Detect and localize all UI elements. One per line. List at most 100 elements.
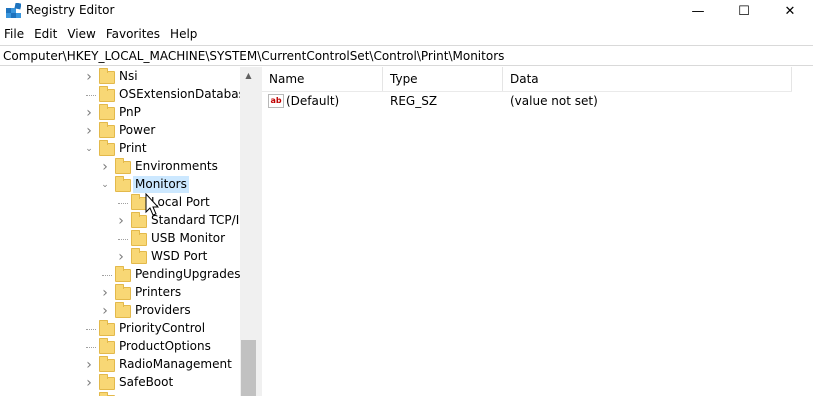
value-data: (value not set) [510, 94, 598, 108]
tree-item-label: PnP [119, 105, 141, 119]
tree-item-printers[interactable]: › Printers [0, 284, 240, 302]
folder-icon [99, 374, 115, 390]
tree-item-standard-tcp-ip-port[interactable]: ›Standard TCP/IP Port [0, 212, 257, 230]
tree-connector-line [102, 275, 112, 276]
chevron-right-icon[interactable]: › [116, 249, 126, 265]
tree-item-label: Environments [135, 159, 218, 173]
window-title: Registry Editor [26, 3, 115, 17]
tree-item-usb-monitor[interactable]: USB Monitor [0, 230, 240, 248]
column-header-type-label: Type [390, 72, 418, 86]
folder-icon [115, 284, 131, 300]
tree-item-prioritycontrol[interactable]: PriorityControl [0, 320, 240, 338]
tree-item-label: PendingUpgrades [135, 267, 241, 281]
values-list[interactable]: Name Type Data ab (Default) REG_SZ (valu… [262, 67, 813, 396]
tree-item-label: Printers [135, 285, 182, 299]
tree-item-osextensiondatabase[interactable]: OSExtensionDatabase [0, 86, 252, 104]
scroll-up-arrow-icon[interactable]: ▲ [240, 67, 257, 84]
tree-item-label: ProductOptions [119, 339, 211, 353]
tree-item-wsd-port[interactable]: › WSD Port [0, 248, 240, 266]
tree-item-safeboot[interactable]: › SafeBoot [0, 374, 240, 392]
folder-icon [99, 338, 115, 354]
folder-icon [99, 104, 115, 120]
chevron-right-icon[interactable]: › [84, 105, 94, 121]
folder-icon [99, 140, 115, 156]
tree-item-label: PriorityControl [119, 321, 206, 335]
tree-connector-line [118, 203, 128, 204]
folder-icon [131, 248, 147, 264]
chevron-right-icon[interactable]: › [100, 285, 110, 301]
tree-item-power[interactable]: › Power [0, 122, 240, 140]
menu-file[interactable]: File [0, 25, 30, 45]
chevron-right-icon[interactable]: › [116, 213, 126, 229]
key-tree[interactable]: › Nsi OSExtensionDatabase › PnP › Power ⌄ Print ›… [0, 67, 257, 396]
tree-connector-line [86, 95, 96, 96]
tree-item-print[interactable]: ⌄ Print [0, 140, 240, 158]
chevron-right-icon[interactable]: › [100, 159, 110, 175]
tree-item-label: Nsi [119, 69, 138, 83]
maximize-button[interactable]: ☐ [721, 0, 767, 22]
tree-item-label: OSExtensionDatabase [119, 87, 253, 101]
tree-item-label: SafeBoot [119, 375, 174, 389]
close-icon: ✕ [784, 3, 796, 19]
value-row[interactable]: ab (Default) REG_SZ (value not set) [262, 93, 792, 111]
minimize-button[interactable]: — [675, 0, 721, 22]
menu-view[interactable]: View [63, 25, 101, 45]
scrollbar-thumb[interactable] [241, 340, 256, 396]
tree-item-environments[interactable]: › Environments [0, 158, 240, 176]
column-header-type[interactable]: Type [383, 67, 503, 91]
menu-favorites[interactable]: Favorites [102, 25, 166, 45]
tree-scrollbar[interactable]: ▲ [240, 67, 257, 396]
tree-item-local-port[interactable]: Local Port [0, 194, 240, 212]
tree-item-radiomanagement[interactable]: › RadioManagement [0, 356, 240, 374]
close-button[interactable]: ✕ [767, 0, 813, 22]
chevron-down-icon[interactable]: ⌄ [100, 180, 110, 190]
folder-icon [131, 230, 147, 246]
address-bar[interactable]: Computer\HKEY_LOCAL_MACHINE\SYSTEM\Curre… [0, 45, 813, 66]
folder-icon [115, 302, 131, 318]
folder-icon [115, 266, 131, 282]
column-header-data[interactable]: Data [503, 67, 792, 91]
title-bar: Registry Editor — ☐ ✕ [0, 0, 813, 22]
tree-item-label: Print [119, 141, 147, 155]
value-name: (Default) [286, 94, 340, 108]
tree-item-providers[interactable]: › Providers [0, 302, 240, 320]
tree-item-pendingupgrades[interactable]: PendingUpgrades [0, 266, 241, 284]
folder-icon [99, 320, 115, 336]
tree-connector-line [118, 239, 128, 240]
string-value-icon: ab [268, 94, 284, 108]
folder-icon [99, 68, 115, 84]
tree-item-pnp[interactable]: › PnP [0, 104, 240, 122]
mouse-pointer-icon [145, 193, 160, 216]
tree-connector-line [86, 329, 96, 330]
tree-item-label: Monitors [133, 176, 189, 193]
tree-item-monitors[interactable]: ⌄ Monitors [0, 176, 240, 194]
maximize-icon: ☐ [738, 3, 750, 19]
folder-icon [99, 122, 115, 138]
folder-icon [115, 176, 131, 192]
chevron-right-icon[interactable]: › [84, 69, 94, 85]
menu-bar: File Edit View Favorites Help [0, 25, 203, 45]
folder-icon [99, 86, 115, 102]
tree-connector-line [86, 347, 96, 348]
column-header-data-label: Data [510, 72, 539, 86]
tree-item-label: Power [119, 123, 156, 137]
tree-item-productoptions[interactable]: ProductOptions [0, 338, 240, 356]
chevron-right-icon[interactable]: › [84, 357, 94, 373]
tree-item-more[interactable]: › [0, 392, 240, 396]
chevron-right-icon[interactable]: › [100, 303, 110, 319]
chevron-right-icon[interactable]: › [84, 123, 94, 139]
menu-edit[interactable]: Edit [30, 25, 63, 45]
value-type: REG_SZ [390, 94, 438, 108]
chevron-right-icon[interactable]: › [84, 375, 94, 391]
menu-help[interactable]: Help [166, 25, 203, 45]
registry-editor-icon [6, 3, 21, 18]
tree-item-nsi[interactable]: › Nsi [0, 68, 240, 86]
tree-item-label: Providers [135, 303, 191, 317]
tree-item-label: RadioManagement [119, 357, 232, 371]
column-header-name[interactable]: Name [262, 67, 383, 91]
header-divider [262, 91, 792, 92]
tree-item-label [117, 392, 121, 396]
chevron-down-icon[interactable]: ⌄ [84, 144, 94, 154]
tree-item-label: WSD Port [151, 249, 208, 263]
address-path[interactable]: Computer\HKEY_LOCAL_MACHINE\SYSTEM\Curre… [3, 49, 504, 63]
